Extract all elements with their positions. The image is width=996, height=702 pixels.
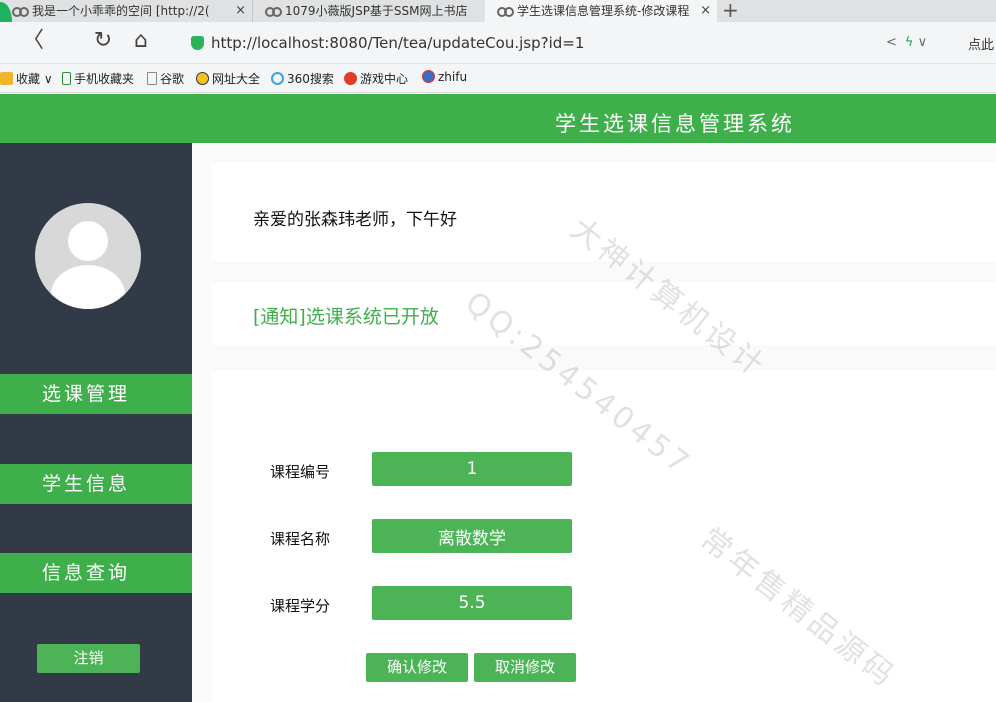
bookmark-mobile[interactable]: 手机收藏夹 [62, 70, 134, 87]
bookmark-zhifu[interactable]: zhifu [422, 70, 467, 84]
greeting-text: 亲爱的张森玮老师，下午好 [253, 210, 457, 230]
bookmark-360[interactable]: 360搜索 [271, 70, 334, 87]
page-icon [147, 72, 157, 85]
course-id-field[interactable] [372, 452, 572, 486]
tab-favicon-icon [265, 5, 282, 17]
tab-favicon-icon [497, 5, 514, 17]
sidebar-item-info-query[interactable]: 信息查询 [0, 553, 192, 593]
browser-toolbar: 〈 ↻ ⌂ http://localhost:8080/Ten/tea/upda… [0, 22, 996, 64]
main-content: 亲爱的张森玮老师，下午好 [通知]选课系统已开放 课程编号 课程名称 课程学分 … [192, 143, 996, 702]
app-header: 学生选课信息管理系统 [0, 94, 996, 143]
toolbar-click-label[interactable]: 点此 [968, 34, 994, 53]
avatar [35, 203, 141, 309]
bookmarks-bar: 收藏 ∨ 手机收藏夹 谷歌 网址大全 360搜索 游戏中心 zhifu [0, 64, 996, 93]
secure-shield-icon [191, 36, 204, 50]
browser-tab-3-active[interactable]: 学生选课信息管理系统-修改课程 × [485, 0, 717, 22]
course-credit-label: 课程学分 [270, 597, 331, 615]
course-name-label: 课程名称 [270, 530, 331, 548]
bookmark-directory[interactable]: 网址大全 [196, 70, 260, 87]
greeting-panel: 亲爱的张森玮老师，下午好 [212, 163, 996, 261]
course-name-field[interactable] [372, 519, 572, 553]
globe-icon [422, 70, 435, 83]
sidebar-item-student-info[interactable]: 学生信息 [0, 464, 192, 504]
confirm-edit-button[interactable]: 确认修改 [366, 653, 468, 682]
logout-button[interactable]: 注销 [37, 644, 140, 673]
address-text: http://localhost:8080/Ten/tea/updateCou.… [211, 34, 585, 52]
compass-icon [196, 72, 209, 85]
back-icon[interactable]: 〈 [20, 29, 46, 55]
share-icon[interactable]: < ϟ ∨ [886, 35, 927, 50]
tab-favicon-icon [12, 5, 29, 17]
ring-icon [271, 72, 284, 85]
sidebar: 选课管理 学生信息 信息查询 注销 [0, 143, 192, 702]
phone-icon [62, 72, 71, 85]
tab-title: 学生选课信息管理系统-修改课程 [517, 4, 690, 18]
home-icon[interactable]: ⌂ [128, 29, 154, 55]
bookmark-games[interactable]: 游戏中心 [344, 70, 408, 87]
tab-close-icon[interactable]: × [235, 0, 246, 22]
course-credit-field[interactable] [372, 586, 572, 620]
address-bar[interactable]: http://localhost:8080/Ten/tea/updateCou.… [185, 30, 745, 56]
game-icon [344, 72, 357, 85]
browser-tab-strip: 我是一个小乖乖的空间 [http://2( × 1079小薇版JSP基于SSM网… [0, 0, 996, 40]
cancel-edit-button[interactable]: 取消修改 [474, 653, 576, 682]
notice-panel: [通知]选课系统已开放 [212, 283, 996, 345]
star-icon [0, 72, 13, 85]
sidebar-item-course-management[interactable]: 选课管理 [0, 374, 192, 414]
reload-icon[interactable]: ↻ [90, 29, 116, 55]
tab-title: 1079小薇版JSP基于SSM网上书店 [285, 4, 468, 18]
avatar-body-icon [51, 265, 125, 309]
browser-tab-2[interactable]: 1079小薇版JSP基于SSM网上书店 [252, 0, 485, 22]
tab-title: 我是一个小乖乖的空间 [http://2( [32, 4, 210, 18]
browser-tab-1[interactable]: 我是一个小乖乖的空间 [http://2( × [0, 0, 252, 22]
lightning-icon[interactable]: ϟ [905, 35, 914, 50]
new-tab-icon[interactable]: + [722, 0, 739, 22]
course-id-label: 课程编号 [270, 463, 331, 481]
bookmark-favorites[interactable]: 收藏 ∨ [0, 70, 53, 87]
tab-close-icon[interactable]: × [700, 0, 711, 22]
bookmark-google[interactable]: 谷歌 [147, 70, 184, 87]
avatar-head-icon [68, 221, 108, 261]
app-title: 学生选课信息管理系统 [555, 112, 795, 136]
edit-course-form: 课程编号 课程名称 课程学分 确认修改 取消修改 [212, 371, 996, 702]
notice-text: [通知]选课系统已开放 [253, 306, 439, 328]
